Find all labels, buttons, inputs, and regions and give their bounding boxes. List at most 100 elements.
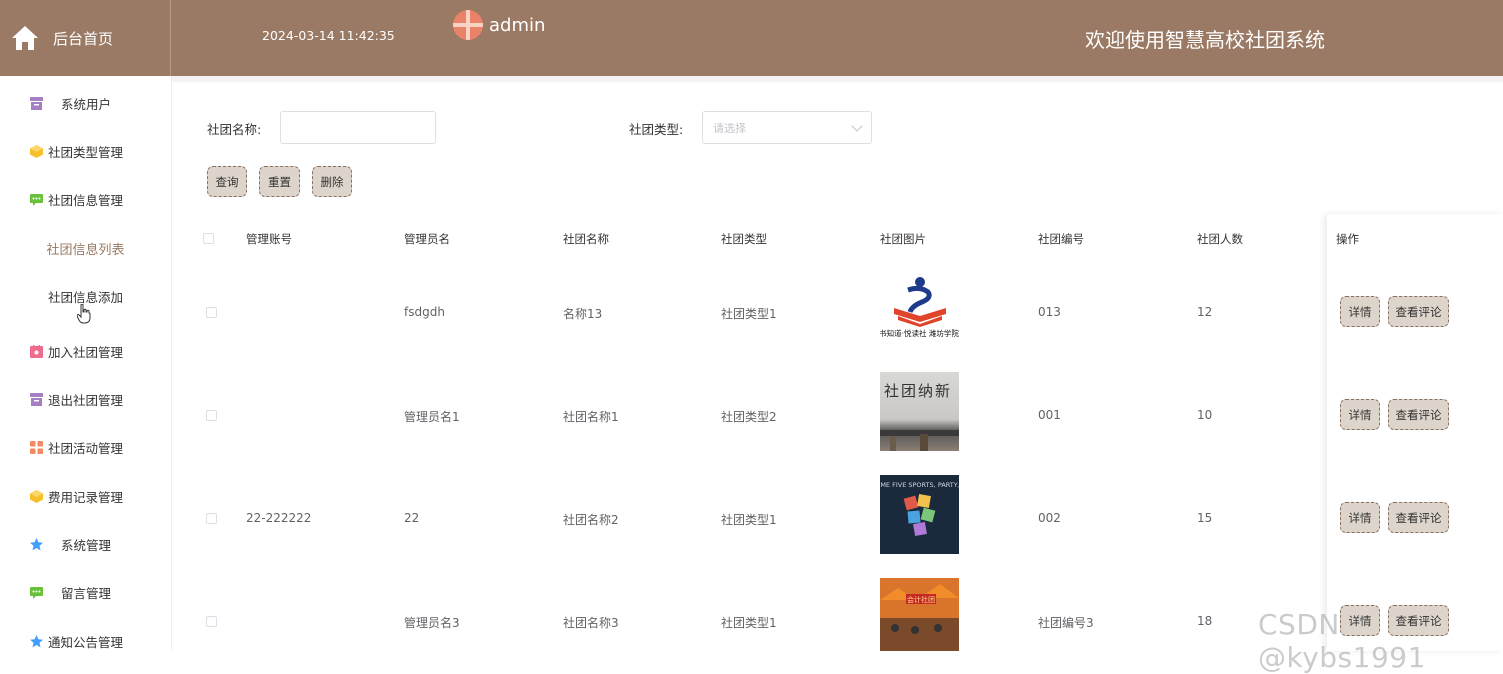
cell-member-count: 15 [1197,511,1213,525]
cell-club-code: 013 [1038,305,1061,319]
sidebar-item-label: 社团信息管理 [48,192,124,208]
cell-admin-name: 管理员名1 [404,410,460,424]
grid-icon [30,440,43,454]
club-name-label: 社团名称: [207,122,262,137]
username: admin [489,14,546,36]
cell-club-name: 社团名称1 [563,410,619,424]
cell-club-code: 001 [1038,408,1061,422]
home-label: 后台首页 [53,29,114,48]
column-header-member-count: 社团人数 [1197,232,1243,246]
message-icon [30,586,43,599]
sidebar-item-label: 系统管理 [61,537,112,553]
reading-club-logo: 书知道·悦读社 潍坊学院 [880,277,959,338]
cell-club-name: 社团名称3 [563,616,619,630]
chevron-down-icon [851,120,863,132]
club-name-input[interactable] [280,111,436,144]
club-image[interactable]: 书知道·悦读社 潍坊学院 [880,272,959,351]
archive-icon [30,96,43,110]
delete-button[interactable]: 删除 [312,166,352,197]
sidebar-item-label: 费用记录管理 [48,489,124,505]
reset-button[interactable]: 重置 [259,166,300,197]
club-type-select[interactable]: 请选择 [702,111,872,144]
club-type-placeholder: 请选择 [713,121,746,135]
query-button[interactable]: 查询 [207,166,247,197]
column-header-club-image: 社团图片 [880,232,926,246]
sidebar-item-fee-records[interactable]: 费用记录管理 [0,472,171,520]
user-info[interactable]: admin [453,10,545,40]
sidebar-item-label: 社团活动管理 [48,440,124,456]
sidebar-item-club-activity[interactable]: 社团活动管理 [0,423,171,471]
sidebar-item-join-club[interactable]: 加入社团管理 [0,327,171,375]
cell-admin-name: fsdgdh [404,305,445,319]
row-checkbox[interactable] [206,307,217,318]
club-type-label: 社团类型: [629,122,684,137]
column-header-club-type: 社团类型 [721,232,767,246]
home-icon [12,26,38,50]
cube-icon [30,144,43,158]
cell-club-name: 名称13 [563,307,603,321]
row-checkbox[interactable] [206,616,217,627]
sidebar-item-label: 社团信息列表 [46,242,125,258]
sidebar-item-label: 社团信息添加 [47,289,123,305]
sidebar-item-label: 通知公告管理 [48,634,124,650]
operations-column [1327,214,1503,651]
sidebar-item-label: 留言管理 [61,585,112,601]
top-header: 后台首页 2024-03-14 11:42:35 admin 欢迎使用智慧高校社… [0,0,1503,76]
avatar [453,10,483,40]
cell-club-name: 社团名称2 [563,513,619,527]
cell-account: 22-222222 [246,511,312,525]
sidebar-item-club-info[interactable]: 社团信息管理 [0,175,171,223]
cell-member-count: 18 [1197,614,1213,628]
image-caption: 书知道·悦读社 潍坊学院 [880,328,959,338]
recruitment-banner-image: 社团纳新 [880,382,959,451]
sidebar: 系统用户 社团类型管理 社团信息管理 社团信息列表 社团信息添加 加入社团管理 … [0,76,172,651]
message-icon [30,193,43,206]
column-header-account: 管理账号 [246,232,292,246]
datetime-display: 2024-03-14 11:42:35 [262,28,395,43]
star-icon [30,537,43,550]
welcome-title: 欢迎使用智慧高校社团系统 [1085,28,1325,52]
calendar-icon [30,344,43,358]
view-comments-button[interactable]: 查看评论 [1388,399,1449,430]
row-checkbox[interactable] [206,513,217,524]
cell-club-code: 社团编号3 [1038,616,1094,630]
column-header-club-code: 社团编号 [1038,232,1084,246]
column-header-operations: 操作 [1336,232,1359,246]
cell-admin-name: 管理员名3 [404,616,460,630]
cell-club-code: 002 [1038,511,1061,525]
sidebar-item-quit-club[interactable]: 退出社团管理 [0,375,171,423]
sidebar-item-club-type[interactable]: 社团类型管理 [0,127,171,175]
row-checkbox[interactable] [206,410,217,421]
archive-icon [30,392,43,406]
content-divider [172,76,1503,82]
view-comments-button[interactable]: 查看评论 [1388,296,1449,327]
star-icon [30,634,43,647]
cell-club-type: 社团类型2 [721,410,777,424]
detail-button[interactable]: 详情 [1340,399,1380,430]
column-header-club-name: 社团名称 [563,232,609,246]
club-image[interactable]: 社团纳新 [880,372,959,451]
column-header-admin-name: 管理员名 [404,232,450,246]
club-image[interactable]: GIVE ME FIVE SPORTS, PARTY, FUN [880,475,959,554]
sidebar-item-system-management[interactable]: 系统管理 [0,520,171,568]
home-link[interactable]: 后台首页 [0,0,171,76]
sidebar-item-messages[interactable]: 留言管理 [0,568,171,616]
sports-club-image: GIVE ME FIVE SPORTS, PARTY, FUN [880,481,959,536]
club-image[interactable]: 会计社团 [880,578,959,651]
sidebar-item-announcements[interactable]: 通知公告管理 [0,617,171,665]
view-comments-button[interactable]: 查看评论 [1388,502,1449,533]
csdn-watermark: CSDN @kybs1991 [1258,608,1426,674]
sidebar-item-label: 退出社团管理 [48,392,124,408]
sidebar-item-label: 社团类型管理 [48,144,124,160]
image-caption: 会计社团 [907,595,935,604]
image-caption: 社团纳新 [884,382,952,400]
detail-button[interactable]: 详情 [1340,502,1380,533]
detail-button[interactable]: 详情 [1340,296,1380,327]
cell-member-count: 10 [1197,408,1213,422]
sidebar-item-label: 加入社团管理 [48,344,124,360]
sidebar-item-system-users[interactable]: 系统用户 [0,79,171,127]
cell-member-count: 12 [1197,305,1213,319]
sidebar-subitem-club-list[interactable]: 社团信息列表 [0,224,171,272]
hand-cursor-icon [77,304,91,324]
select-all-checkbox[interactable] [203,233,214,244]
